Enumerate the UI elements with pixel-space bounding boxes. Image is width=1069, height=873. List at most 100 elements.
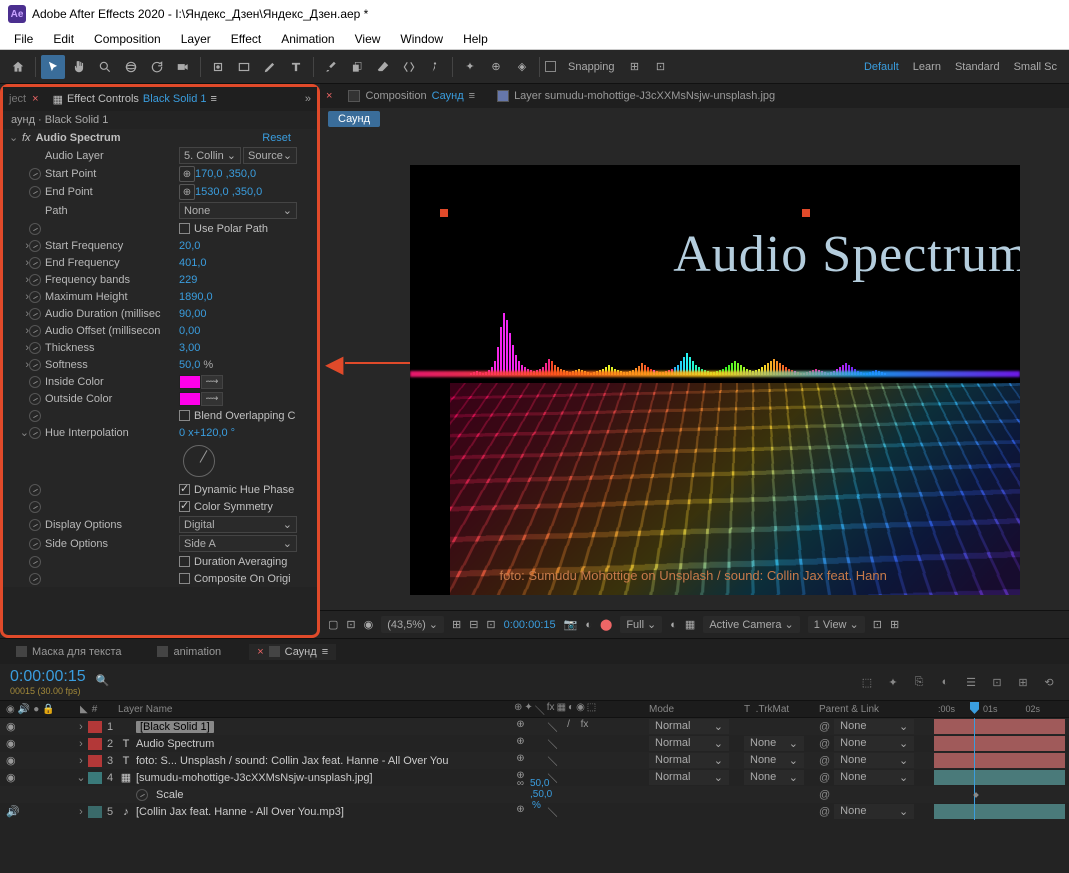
solo-col-icon[interactable]: ● <box>33 704 39 715</box>
shy-icon[interactable]: ⊕ <box>514 736 527 751</box>
trkmat-select[interactable]: None⌄ <box>744 770 804 785</box>
tl-icon-2[interactable]: ✦ <box>883 672 903 692</box>
workspace-default[interactable]: Default <box>858 61 905 73</box>
col-mode[interactable]: Mode <box>649 704 744 715</box>
col-layer-name[interactable]: Layer Name <box>112 704 514 715</box>
pickwhip-icon[interactable]: @ <box>819 755 830 767</box>
tab-menu-icon[interactable]: ≡ <box>469 90 475 102</box>
layer-bar[interactable] <box>934 770 1065 785</box>
timecode[interactable]: 0:00:00:15 <box>504 619 556 631</box>
shy-icon[interactable]: ⊕ <box>514 719 527 734</box>
layer-bar[interactable] <box>934 736 1065 751</box>
dyn-hue-checkbox[interactable] <box>179 484 190 495</box>
outside-color-swatch[interactable] <box>179 392 201 406</box>
stopwatch-icon[interactable] <box>29 376 41 388</box>
menu-help[interactable]: Help <box>453 30 498 48</box>
transparency-icon[interactable]: ▦ <box>685 618 695 631</box>
snap-align-icon[interactable]: ⊡ <box>649 55 673 79</box>
label-color[interactable] <box>88 806 102 818</box>
layer-tab[interactable]: Layer sumudu-mohottige-J3cXXMsNsjw-unspl… <box>491 90 781 102</box>
quality-icon[interactable]: ＼ <box>546 804 559 819</box>
layer-bar[interactable] <box>934 719 1065 734</box>
expand-arrow-icon[interactable]: › <box>76 721 86 733</box>
eye-icon[interactable]: ◉ <box>6 771 16 784</box>
selection-tool[interactable] <box>41 55 65 79</box>
shy-col-icon[interactable]: ◣ <box>80 704 88 715</box>
effect-controls-tab[interactable]: ▦ Effect Controls Black Solid 1 ≡ <box>45 93 225 106</box>
inside-color-swatch[interactable] <box>179 375 201 389</box>
polar-path-checkbox[interactable] <box>179 223 190 234</box>
color-icon[interactable]: ⬤ <box>600 618 612 631</box>
menu-edit[interactable]: Edit <box>43 30 84 48</box>
tl-icon-1[interactable]: ⬚ <box>857 672 877 692</box>
brush-tool[interactable] <box>319 55 343 79</box>
collapse-arrow-icon[interactable]: ⌄ <box>9 131 17 144</box>
res-icon[interactable]: ⊞ <box>452 618 461 631</box>
pickwhip-icon[interactable]: @ <box>819 772 830 784</box>
speaker-icon[interactable]: 🔊 <box>6 805 20 818</box>
crosshair-icon[interactable]: ⊕ <box>179 184 195 200</box>
tab-sound[interactable]: ×Саунд≡ <box>249 644 336 660</box>
parent-select[interactable]: None⌄ <box>834 719 914 734</box>
channel-icon[interactable]: ◐ <box>585 619 592 631</box>
path-select[interactable]: None⌄ <box>179 202 297 219</box>
audio-source-select[interactable]: Source⌄ <box>243 147 297 164</box>
eye-icon[interactable]: ◉ <box>6 754 16 767</box>
credit-text-layer[interactable]: foto: Sumudu Mohottige on Unsplash / sou… <box>500 568 887 583</box>
reset-link[interactable]: Reset <box>262 132 311 144</box>
canvas[interactable]: Audio Spectrum foto: Sumudu Mohottige on… <box>410 165 1020 595</box>
stopwatch-icon[interactable] <box>136 789 148 801</box>
blend-overlap-checkbox[interactable] <box>179 410 190 421</box>
rect-tool[interactable] <box>232 55 256 79</box>
hue-knob[interactable] <box>183 445 215 477</box>
composition-tab[interactable]: Composition Саунд ≡ <box>342 90 481 102</box>
search-icon[interactable]: 🔍 <box>96 674 112 690</box>
expand-arrow-icon[interactable]: › <box>76 738 86 750</box>
eyedropper-icon[interactable]: ⟿ <box>201 392 223 406</box>
snapshot-icon[interactable]: 📷 <box>564 618 578 631</box>
view-axis-icon[interactable]: ◈ <box>510 55 534 79</box>
camera-tool[interactable] <box>171 55 195 79</box>
layer-handle[interactable] <box>440 209 448 217</box>
blend-mode-select[interactable]: Normal⌄ <box>649 719 729 734</box>
layer-bar[interactable] <box>934 753 1065 768</box>
stopwatch-icon[interactable] <box>29 501 41 513</box>
timeline-row[interactable]: Scale ∞50,0 ,50,0 % @ <box>0 786 1069 803</box>
menu-animation[interactable]: Animation <box>271 30 344 48</box>
stopwatch-icon[interactable] <box>29 291 41 303</box>
trkmat-select[interactable]: None⌄ <box>744 736 804 751</box>
pickwhip-icon[interactable]: @ <box>819 806 830 818</box>
audio-col-icon[interactable]: 🔊 <box>18 704 30 715</box>
shy-icon[interactable]: ⊕ <box>514 753 527 768</box>
exposure-icon[interactable]: ◐ <box>670 619 677 631</box>
workspace-standard[interactable]: Standard <box>949 61 1006 73</box>
stopwatch-icon[interactable] <box>29 186 41 198</box>
world-axis-icon[interactable]: ⊕ <box>484 55 508 79</box>
expand-arrow-icon[interactable]: ⌄ <box>76 771 86 784</box>
stopwatch-icon[interactable] <box>29 342 41 354</box>
quality-select[interactable]: Full ⌄ <box>620 616 662 633</box>
monitor-icon[interactable]: ▢ <box>328 618 338 631</box>
tab-animation[interactable]: animation <box>149 644 229 660</box>
timeline-row[interactable]: ◉ › 1 [Black Solid 1] ⊕＼/fx Normal⌄ @Non… <box>0 718 1069 735</box>
local-axis-icon[interactable]: ✦ <box>458 55 482 79</box>
tab-menu-icon[interactable]: ≡ <box>211 93 217 105</box>
grid-icon[interactable]: ⊡ <box>486 618 495 631</box>
stopwatch-icon[interactable] <box>29 223 41 235</box>
magnify-icon[interactable]: ⊡ <box>346 618 355 631</box>
blend-mode-select[interactable]: Normal⌄ <box>649 770 729 785</box>
menu-composition[interactable]: Composition <box>84 30 171 48</box>
snap-edge-icon[interactable]: ⊞ <box>623 55 647 79</box>
crosshair-icon[interactable]: ⊕ <box>179 166 195 182</box>
stopwatch-icon[interactable] <box>29 519 41 531</box>
workspace-learn[interactable]: Learn <box>907 61 947 73</box>
views-select[interactable]: 1 View ⌄ <box>808 616 865 633</box>
stopwatch-icon[interactable] <box>29 427 41 439</box>
zoom-tool[interactable] <box>93 55 117 79</box>
stopwatch-icon[interactable] <box>29 538 41 550</box>
trkmat-select[interactable]: None⌄ <box>744 753 804 768</box>
text-tool[interactable] <box>284 55 308 79</box>
menu-layer[interactable]: Layer <box>171 30 221 48</box>
tl-icon-6[interactable]: ⊡ <box>987 672 1007 692</box>
menu-effect[interactable]: Effect <box>221 30 271 48</box>
